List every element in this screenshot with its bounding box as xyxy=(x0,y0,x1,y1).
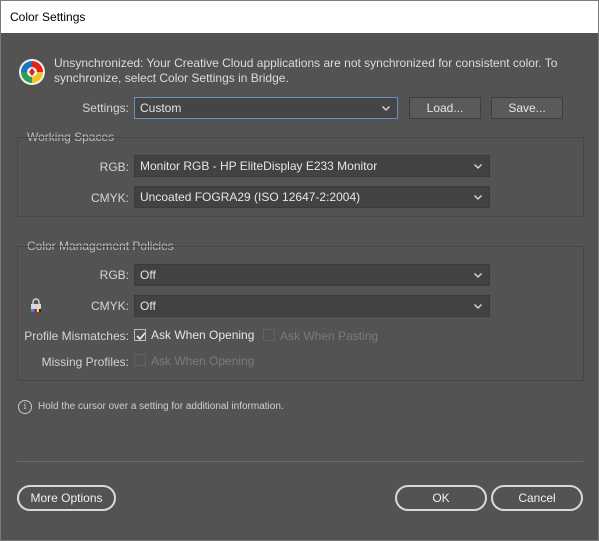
window-title: Color Settings xyxy=(10,10,86,24)
rgb-policy-label: RGB: xyxy=(99,268,129,282)
checkmark-icon xyxy=(136,332,146,341)
rgb-policy-dropdown[interactable]: Off xyxy=(134,264,490,286)
ask-when-opening-label[interactable]: Ask When Opening xyxy=(151,328,254,342)
settings-value: Custom xyxy=(140,101,182,115)
ask-when-pasting-label: Ask When Pasting xyxy=(280,329,379,343)
save-button[interactable]: Save... xyxy=(491,97,563,119)
lock-icon xyxy=(31,298,41,312)
more-options-button[interactable]: More Options xyxy=(17,485,116,511)
cancel-button[interactable]: Cancel xyxy=(491,485,583,511)
color-sync-icon xyxy=(19,59,45,85)
rgb-policy-value: Off xyxy=(140,268,156,282)
rgb-working-value: Monitor RGB - HP EliteDisplay E233 Monit… xyxy=(140,159,378,173)
chevron-down-icon xyxy=(474,304,482,309)
missing-ask-when-opening-checkbox[interactable] xyxy=(134,354,146,366)
missing-profiles-label: Missing Profiles: xyxy=(41,355,129,369)
cmyk-working-label: CMYK: xyxy=(90,191,129,205)
cmyk-policy-value: Off xyxy=(140,299,156,313)
load-button[interactable]: Load... xyxy=(409,97,481,119)
cmyk-policy-dropdown[interactable]: Off xyxy=(134,295,490,317)
footer-separator xyxy=(17,461,583,462)
title-bar: Color Settings xyxy=(1,1,598,33)
rgb-working-label: RGB: xyxy=(99,160,129,174)
missing-ask-when-opening-label: Ask When Opening xyxy=(151,354,255,368)
settings-label: Settings: xyxy=(82,101,129,115)
ask-when-opening-checkbox[interactable] xyxy=(134,329,146,341)
ok-button[interactable]: OK xyxy=(395,485,487,511)
cmyk-working-value: Uncoated FOGRA29 (ISO 12647-2:2004) xyxy=(140,190,361,204)
dialog-content: Unsynchronized: Your Creative Cloud appl… xyxy=(1,33,598,540)
settings-dropdown[interactable]: Custom xyxy=(134,97,398,119)
cmyk-working-space-dropdown[interactable]: Uncoated FOGRA29 (ISO 12647-2:2004) xyxy=(134,186,490,208)
cmyk-policy-label: CMYK: xyxy=(90,299,129,313)
chevron-down-icon xyxy=(382,106,390,111)
sync-message: Unsynchronized: Your Creative Cloud appl… xyxy=(54,56,558,85)
rgb-working-space-dropdown[interactable]: Monitor RGB - HP EliteDisplay E233 Monit… xyxy=(134,155,490,177)
ask-when-pasting-checkbox[interactable] xyxy=(263,329,275,341)
chevron-down-icon xyxy=(474,164,482,169)
info-text: Hold the cursor over a setting for addit… xyxy=(38,401,284,412)
chevron-down-icon xyxy=(474,273,482,278)
chevron-down-icon xyxy=(474,195,482,200)
color-settings-dialog: Color Settings Unsynchronized: Your Crea… xyxy=(0,0,599,541)
profile-mismatches-label: Profile Mismatches: xyxy=(24,329,129,343)
info-icon: i xyxy=(18,400,32,414)
